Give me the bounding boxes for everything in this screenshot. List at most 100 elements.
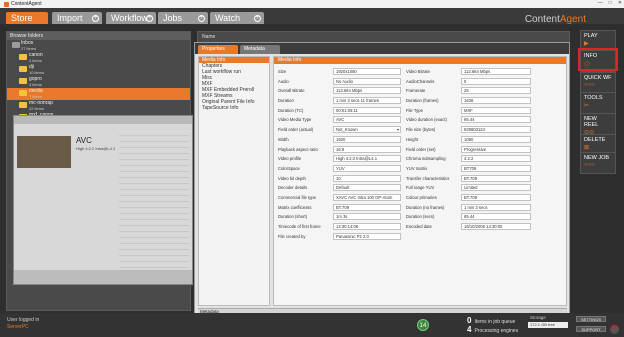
field-label: Chroma subsampling — [406, 156, 446, 162]
field-value[interactable]: 65.44 — [461, 213, 531, 221]
field-value[interactable]: 16:9 — [333, 145, 401, 153]
field-value[interactable]: 65.44 — [461, 116, 531, 124]
folder-icon — [19, 66, 27, 72]
jobs-count-badge[interactable]: 14 — [417, 319, 429, 331]
field-value[interactable]: 1920 — [333, 135, 401, 143]
field-label: Timecode of first frame — [278, 224, 321, 229]
login-status: User logged in ServerPC — [7, 317, 39, 331]
property-category-item[interactable]: TapeSource Info — [199, 105, 269, 111]
field-value[interactable]: 113.664 Mbps — [333, 87, 401, 95]
power-icon[interactable]: ⏻ — [610, 325, 619, 334]
field-value[interactable]: 929803124 — [461, 126, 531, 134]
new-reel-button[interactable]: NEW REEL ⊙⊙ — [580, 113, 616, 136]
folder-icon — [19, 102, 27, 108]
tab-metadata[interactable]: Metadata — [240, 45, 280, 54]
new-job-button[interactable]: NEW JOB ○○○ — [580, 152, 616, 174]
maximize-button[interactable]: □ — [609, 0, 612, 6]
field-label: Video bit depth — [278, 175, 306, 181]
field-value[interactable]: 00:01:05:11 — [333, 106, 401, 114]
logged-in-label: User logged in — [7, 317, 40, 323]
browse-folders-header: Browse folders — [7, 32, 190, 40]
field-value[interactable]: Limited — [461, 184, 531, 192]
field-label: Full range YUV — [406, 185, 435, 191]
add-icon[interactable]: + — [146, 15, 153, 22]
bg-window-footer — [14, 270, 192, 284]
field-value[interactable]: AVC — [333, 116, 401, 124]
field-label: YUV matrix — [406, 165, 428, 171]
right-button-label: PLAY — [584, 33, 598, 39]
field-value[interactable]: 1m 3s — [333, 213, 401, 221]
field-label: Size — [278, 69, 287, 74]
tab-workflow[interactable]: Workflow + — [106, 12, 156, 24]
folder-item[interactable]: canon 4 items — [7, 52, 190, 64]
field-label: Framerate — [406, 88, 426, 94]
folder-item[interactable]: dji 10 items — [7, 64, 190, 76]
field-value[interactable]: No Audio — [333, 77, 401, 85]
tab-jobs[interactable]: Jobs + — [158, 12, 208, 24]
field-value[interactable]: 14:30:14:06 — [333, 223, 401, 230]
field-value[interactable]: 1080 — [461, 135, 531, 143]
field-value[interactable]: 1 min 3 secs 11 frames — [333, 97, 401, 105]
field-value[interactable]: MXF — [461, 106, 531, 114]
quick-wf-button[interactable]: QUICK WF ○○○ — [580, 72, 616, 94]
tab-workflow-label: Workflow — [111, 13, 148, 23]
field-value[interactable]: Progressive — [461, 145, 531, 153]
field-value[interactable]: BT.709 — [461, 174, 531, 182]
field-value[interactable]: High 4:2:2 Intra@L4.1 — [333, 155, 401, 163]
tools-button[interactable]: TOOLS ✂ — [580, 92, 616, 114]
tab-store[interactable]: Store — [6, 12, 48, 24]
tab-watch[interactable]: Watch + — [210, 12, 264, 24]
add-icon[interactable]: + — [254, 15, 261, 22]
content-header: Media Info — [274, 57, 566, 64]
folder-item[interactable]: Inbox 27 items — [7, 40, 190, 52]
folder-item[interactable]: mc-nonrap 22 items — [7, 100, 190, 112]
field-value[interactable]: 4:2:2 — [461, 155, 531, 163]
media-info-row: Video bit depth 10 Transfer characteristic… — [278, 174, 560, 184]
field-value[interactable]: Panasonic P2 2.0 — [333, 232, 401, 240]
info-highlight-box — [578, 48, 618, 71]
field-value[interactable]: Default — [333, 184, 401, 192]
field-value[interactable]: 1 min 3 secs — [461, 203, 531, 211]
tab-store-label: Store — [11, 13, 33, 23]
right-button-label: DELETE — [584, 137, 606, 143]
field-value[interactable]: 113.664 Mbps — [461, 68, 531, 75]
app-logo: ContentAgent — [525, 14, 586, 25]
minimize-button[interactable]: — — [598, 0, 603, 6]
tab-properties[interactable]: Properties — [198, 45, 238, 54]
field-label: Playback aspect ratio — [278, 146, 318, 152]
field-value[interactable]: 10 — [333, 174, 401, 182]
field-value[interactable]: 1636 — [461, 97, 531, 105]
folder-item[interactable]: media 7 items — [7, 88, 190, 100]
field-label: ColorSpace — [278, 165, 300, 171]
field-value[interactable]: XAVC AVC Intra 100 OP-Atom — [333, 193, 401, 201]
tab-import[interactable]: Import + — [52, 12, 102, 24]
field-value[interactable]: 0 — [461, 77, 531, 85]
field-value[interactable]: 25 — [461, 87, 531, 95]
field-value[interactable]: 1920x1080 — [333, 68, 401, 75]
media-info-row: Video profile High 4:2:2 Intra@L4.1 Chroma… — [278, 154, 560, 164]
field-value[interactable]: BT.709 — [333, 203, 401, 211]
field-value[interactable]: YUV — [333, 164, 401, 172]
field-value[interactable]: BT.709 — [461, 193, 531, 201]
settings-button[interactable]: SETTINGS — [576, 316, 606, 322]
folder-item[interactable]: gopro 3 items — [7, 76, 190, 88]
field-value[interactable]: Not_Known — [333, 126, 401, 134]
media-info-row: Video Media Type AVC Video duration (exact… — [278, 115, 560, 125]
media-info-row: Duration (short) 1m 3s Duration (secs) 65.4… — [278, 212, 560, 222]
close-button[interactable]: ✕ — [618, 0, 622, 6]
field-value[interactable]: BT709 — [461, 164, 531, 172]
add-icon[interactable]: + — [92, 15, 99, 22]
field-label: Video Bitrate — [406, 69, 430, 74]
media-info-row: ColorSpace YUV YUV matrix BT709 — [278, 164, 560, 174]
field-value[interactable]: 16/10/2006 14:30:05 — [461, 223, 531, 230]
media-info-row: Timecode of first frame 14:30:14:06 Encode… — [278, 222, 560, 232]
window-title: ContentAgent — [11, 1, 42, 7]
field-label: Overall Bitrate — [278, 88, 305, 94]
field-label: Matrix coefficients — [278, 204, 312, 210]
folder-icon — [12, 42, 20, 48]
add-icon[interactable]: + — [198, 15, 205, 22]
field-label: Duration (secs) — [406, 214, 435, 220]
storage-value: 172.1 GB free — [528, 322, 568, 328]
support-button[interactable]: SUPPORT — [576, 326, 606, 332]
media-info-row: Audio No Audio AudioChannels 0 — [278, 77, 560, 87]
